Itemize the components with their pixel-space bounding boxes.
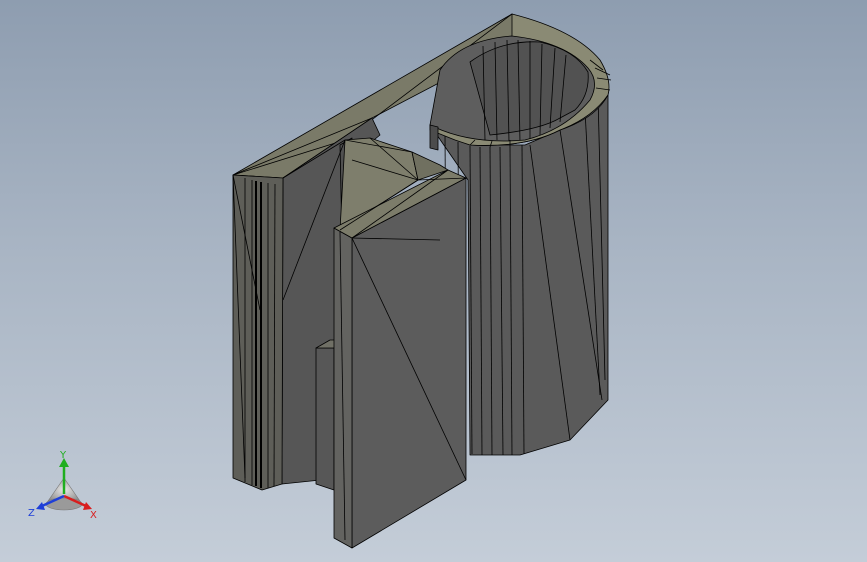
graphics-viewport[interactable]: Y X Z: [0, 0, 867, 562]
triad-z-label: Z: [28, 508, 35, 519]
model-lower-step-face[interactable]: [315, 347, 335, 491]
reference-triad[interactable]: Y X Z: [24, 448, 104, 524]
model-slot-face: [429, 124, 439, 151]
model-front-block-side[interactable]: [333, 227, 353, 549]
model-front-block-face[interactable]: [351, 177, 467, 549]
triad-x-label: X: [90, 510, 97, 521]
3d-model[interactable]: [0, 0, 867, 562]
triad-y-label: Y: [59, 450, 67, 461]
triad-center-base: [45, 497, 83, 511]
model-left-column-face[interactable]: [232, 174, 284, 491]
